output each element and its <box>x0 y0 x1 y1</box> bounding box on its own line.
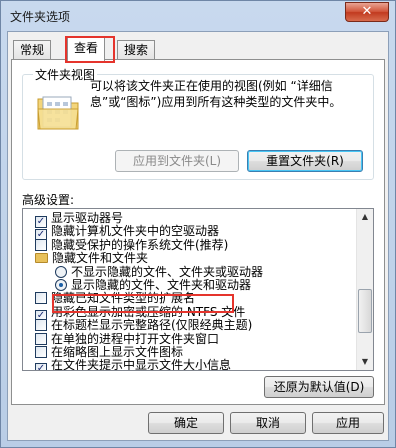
apply-button[interactable]: 应用 <box>312 412 384 434</box>
advanced-setting-item[interactable]: 隐藏文件和文件夹 <box>35 251 148 265</box>
advanced-setting-label: 显示隐藏的文件、文件夹和驱动器 <box>71 278 252 292</box>
checkbox-unchecked-icon[interactable] <box>35 238 47 251</box>
advanced-setting-label: 在标题栏显示完整路径(仅限经典主题) <box>51 318 253 333</box>
tab-strip: 常规 查看 搜索 <box>11 36 387 63</box>
scroll-down-icon[interactable]: ▼ <box>357 354 373 370</box>
advanced-setting-label: 隐藏计算机文件夹中的空驱动器 <box>51 224 220 239</box>
checkbox-checked-icon[interactable]: ✓ <box>35 363 47 370</box>
folder-view-icon <box>37 96 79 130</box>
window-title: 文件夹选项 <box>10 10 71 24</box>
checkbox-unchecked-icon[interactable] <box>35 332 47 345</box>
tab-search[interactable]: 搜索 <box>117 40 156 60</box>
advanced-setting-label: 隐藏文件和文件夹 <box>52 251 149 266</box>
advanced-setting-label: 在单独的进程中打开文件夹窗口 <box>51 331 220 346</box>
advanced-settings-label: 高级设置: <box>22 193 75 207</box>
apply-to-folders-button[interactable]: 应用到文件夹(L) <box>115 150 239 172</box>
checkbox-unchecked-icon[interactable] <box>35 319 47 332</box>
folder-options-window: 文件夹选项 ✕ 常规 查看 搜索 文件夹视图 可以将该文件夹正在使用的视图(例如… <box>0 0 396 448</box>
dialog-client: 常规 查看 搜索 文件夹视图 可以将该文件夹正在使用的视图(例如 “详细信息”或… <box>7 31 389 441</box>
advanced-settings-scrollbar[interactable]: ▲ ▼ <box>356 209 373 370</box>
advanced-setting-item[interactable]: 隐藏受保护的操作系统文件(推荐) <box>35 238 228 252</box>
close-button[interactable]: ✕ <box>345 2 389 22</box>
folder-views-group: 文件夹视图 可以将该文件夹正在使用的视图(例如 “详细信息”或“图标”)应用到所… <box>22 66 374 180</box>
advanced-setting-label: 在文件夹提示中显示文件大小信息 <box>51 358 232 371</box>
reset-folders-button[interactable]: 重置文件夹(R) <box>247 150 363 172</box>
advanced-setting-label: 显示驱动器号 <box>51 211 124 225</box>
folder-icon <box>35 253 48 264</box>
advanced-setting-item[interactable]: 不显示隐藏的文件、文件夹或驱动器 <box>55 265 263 279</box>
cancel-button[interactable]: 取消 <box>230 412 306 434</box>
folder-views-description: 可以将该文件夹正在使用的视图(例如 “详细信息”或“图标”)应用到所有这种类型的… <box>90 79 342 109</box>
tab-general[interactable]: 常规 <box>13 40 52 60</box>
scroll-thumb[interactable] <box>358 289 372 333</box>
advanced-setting-item[interactable]: ✓ 隐藏计算机文件夹中的空驱动器 <box>35 224 220 242</box>
advanced-setting-item[interactable]: 显示隐藏的文件、文件夹和驱动器 <box>55 278 251 292</box>
tab-view-highlight <box>65 36 115 63</box>
restore-defaults-button[interactable]: 还原为默认值(D) <box>264 376 374 398</box>
title-bar[interactable]: 文件夹选项 ✕ <box>1 1 395 31</box>
folder-views-legend: 文件夹视图 <box>33 66 98 83</box>
checkbox-unchecked-icon[interactable] <box>35 292 47 305</box>
advanced-setting-item[interactable]: 在单独的进程中打开文件夹窗口 <box>35 332 219 346</box>
advanced-settings-list[interactable]: ✓ 显示驱动器号 ✓ 隐藏计算机文件夹中的空驱动器 隐藏受保护的操作系统文件(推荐) 隐藏… <box>22 208 374 371</box>
radio-selected-icon[interactable] <box>55 279 67 291</box>
ok-button[interactable]: 确定 <box>148 412 224 434</box>
hide-extensions-highlight <box>52 294 234 313</box>
radio-unselected-icon[interactable] <box>55 265 67 278</box>
view-tab-panel: 文件夹视图 可以将该文件夹正在使用的视图(例如 “详细信息”或“图标”)应用到所… <box>11 59 385 405</box>
advanced-setting-item[interactable]: ✓ 在文件夹提示中显示文件大小信息 <box>35 358 232 371</box>
advanced-setting-item[interactable]: ✓ 显示驱动器号 <box>35 211 124 228</box>
advanced-setting-item[interactable]: 在缩略图上显示文件图标 <box>35 345 183 359</box>
advanced-setting-item[interactable]: 在标题栏显示完整路径(仅限经典主题) <box>35 318 252 332</box>
checkbox-unchecked-icon[interactable] <box>35 346 47 358</box>
advanced-setting-label: 隐藏受保护的操作系统文件(推荐) <box>51 237 229 252</box>
advanced-setting-label: 在缩略图上显示文件图标 <box>51 345 184 359</box>
scroll-up-icon[interactable]: ▲ <box>357 209 373 225</box>
advanced-setting-label: 不显示隐藏的文件、文件夹或驱动器 <box>71 264 264 279</box>
